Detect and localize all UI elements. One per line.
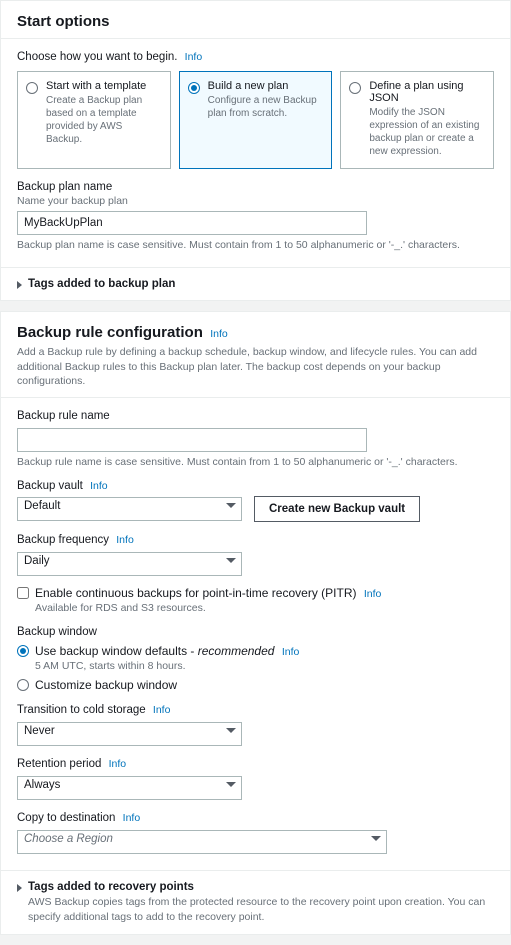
- choose-begin-info-link[interactable]: Info: [185, 51, 203, 63]
- cold-storage-info-link[interactable]: Info: [153, 704, 171, 716]
- window-custom-radio[interactable]: [17, 679, 29, 691]
- rule-name-hint: Backup rule name is case sensitive. Must…: [17, 456, 494, 468]
- window-default-row: Use backup window defaults - recommended…: [17, 644, 494, 672]
- backup-plan-name-group: Backup plan name Name your backup plan B…: [17, 181, 494, 251]
- copy-dest-select[interactable]: Choose a Region: [17, 830, 387, 854]
- window-default-radio[interactable]: [17, 645, 29, 657]
- tile-build-new-plan[interactable]: Build a new plan Configure a new Backup …: [179, 71, 333, 169]
- recovery-tags-desc: AWS Backup copies tags from the protecte…: [28, 895, 494, 924]
- frequency-select[interactable]: Daily: [17, 552, 242, 576]
- vault-select[interactable]: Default: [17, 497, 242, 521]
- recovery-tags-title: Tags added to recovery points: [28, 881, 494, 893]
- rule-config-title: Backup rule configuration: [17, 324, 203, 341]
- plan-mode-tiles: Start with a template Create a Backup pl…: [17, 71, 494, 169]
- vault-label: Backup vault Info: [17, 480, 494, 492]
- plan-name-label: Backup plan name: [17, 181, 494, 193]
- caret-right-icon: [17, 884, 22, 892]
- choose-begin-label: Choose how you want to begin. Info: [17, 51, 494, 63]
- vault-select-value: Default: [17, 497, 242, 521]
- start-options-title: Start options: [17, 13, 110, 30]
- plan-name-input[interactable]: [17, 211, 367, 235]
- retention-label: Retention period Info: [17, 758, 494, 770]
- rule-name-label: Backup rule name: [17, 410, 494, 422]
- tile-title: Define a plan using JSON: [369, 80, 483, 104]
- cold-storage-value: Never: [17, 722, 242, 746]
- start-options-body: Choose how you want to begin. Info Start…: [1, 38, 510, 267]
- tags-backup-plan-expander[interactable]: Tags added to backup plan: [1, 267, 510, 300]
- retention-value: Always: [17, 776, 242, 800]
- window-info-link[interactable]: Info: [282, 646, 300, 658]
- rule-name-group: Backup rule name Backup rule name is cas…: [17, 410, 494, 468]
- frequency-group: Backup frequency Info Daily: [17, 534, 494, 576]
- tile-title: Build a new plan: [208, 80, 322, 92]
- plan-name-sublabel: Name your backup plan: [17, 195, 494, 207]
- vault-info-link[interactable]: Info: [90, 480, 108, 492]
- radio-icon: [26, 82, 38, 94]
- create-vault-button[interactable]: Create new Backup vault: [254, 496, 420, 522]
- retention-group: Retention period Info Always: [17, 758, 494, 800]
- plan-name-hint: Backup plan name is case sensitive. Must…: [17, 239, 494, 251]
- start-options-panel: Start options Choose how you want to beg…: [0, 0, 511, 301]
- frequency-info-link[interactable]: Info: [116, 534, 134, 546]
- tile-desc: Create a Backup plan based on a template…: [46, 94, 160, 146]
- copy-dest-info-link[interactable]: Info: [123, 812, 141, 824]
- rule-name-input[interactable]: [17, 428, 367, 452]
- retention-info-link[interactable]: Info: [109, 758, 127, 770]
- tile-desc: Configure a new Backup plan from scratch…: [208, 94, 322, 120]
- cold-storage-select[interactable]: Never: [17, 722, 242, 746]
- frequency-select-value: Daily: [17, 552, 242, 576]
- cold-storage-label: Transition to cold storage Info: [17, 704, 494, 716]
- tile-desc: Modify the JSON expression of an existin…: [369, 106, 483, 158]
- radio-icon: [349, 82, 361, 94]
- window-custom-row: Customize backup window: [17, 678, 494, 692]
- pitr-hint: Available for RDS and S3 resources.: [35, 602, 381, 614]
- radio-icon: [188, 82, 200, 94]
- rule-config-desc: Add a Backup rule by defining a backup s…: [17, 345, 494, 389]
- start-options-header: Start options: [1, 1, 510, 38]
- copy-dest-placeholder: Choose a Region: [17, 830, 387, 854]
- rule-config-body: Backup rule name Backup rule name is cas…: [1, 397, 510, 870]
- window-custom-label: Customize backup window: [35, 678, 177, 692]
- tags-expander-title: Tags added to backup plan: [28, 278, 494, 290]
- backup-window-group: Backup window Use backup window defaults…: [17, 626, 494, 692]
- pitr-checkbox[interactable]: [17, 587, 29, 599]
- tile-title: Start with a template: [46, 80, 160, 92]
- window-default-label: Use backup window defaults - recommended…: [35, 644, 299, 658]
- backup-rule-config-panel: Backup rule configuration Info Add a Bac…: [0, 311, 511, 935]
- window-label: Backup window: [17, 626, 494, 638]
- pitr-label: Enable continuous backups for point-in-t…: [35, 586, 381, 600]
- cold-storage-group: Transition to cold storage Info Never: [17, 704, 494, 746]
- window-default-hint: 5 AM UTC, starts within 8 hours.: [35, 660, 299, 672]
- tile-start-with-template[interactable]: Start with a template Create a Backup pl…: [17, 71, 171, 169]
- tile-define-json[interactable]: Define a plan using JSON Modify the JSON…: [340, 71, 494, 169]
- tags-recovery-points-expander[interactable]: Tags added to recovery points AWS Backup…: [1, 870, 510, 934]
- copy-dest-label: Copy to destination Info: [17, 812, 494, 824]
- rule-config-header: Backup rule configuration Info Add a Bac…: [1, 312, 510, 397]
- pitr-info-link[interactable]: Info: [364, 588, 382, 600]
- frequency-label: Backup frequency Info: [17, 534, 494, 546]
- copy-destination-group: Copy to destination Info Choose a Region: [17, 812, 494, 854]
- backup-vault-group: Backup vault Info Default Create new Bac…: [17, 480, 494, 522]
- caret-right-icon: [17, 281, 22, 289]
- rule-config-info-link[interactable]: Info: [210, 328, 228, 340]
- pitr-row: Enable continuous backups for point-in-t…: [17, 586, 494, 614]
- retention-select[interactable]: Always: [17, 776, 242, 800]
